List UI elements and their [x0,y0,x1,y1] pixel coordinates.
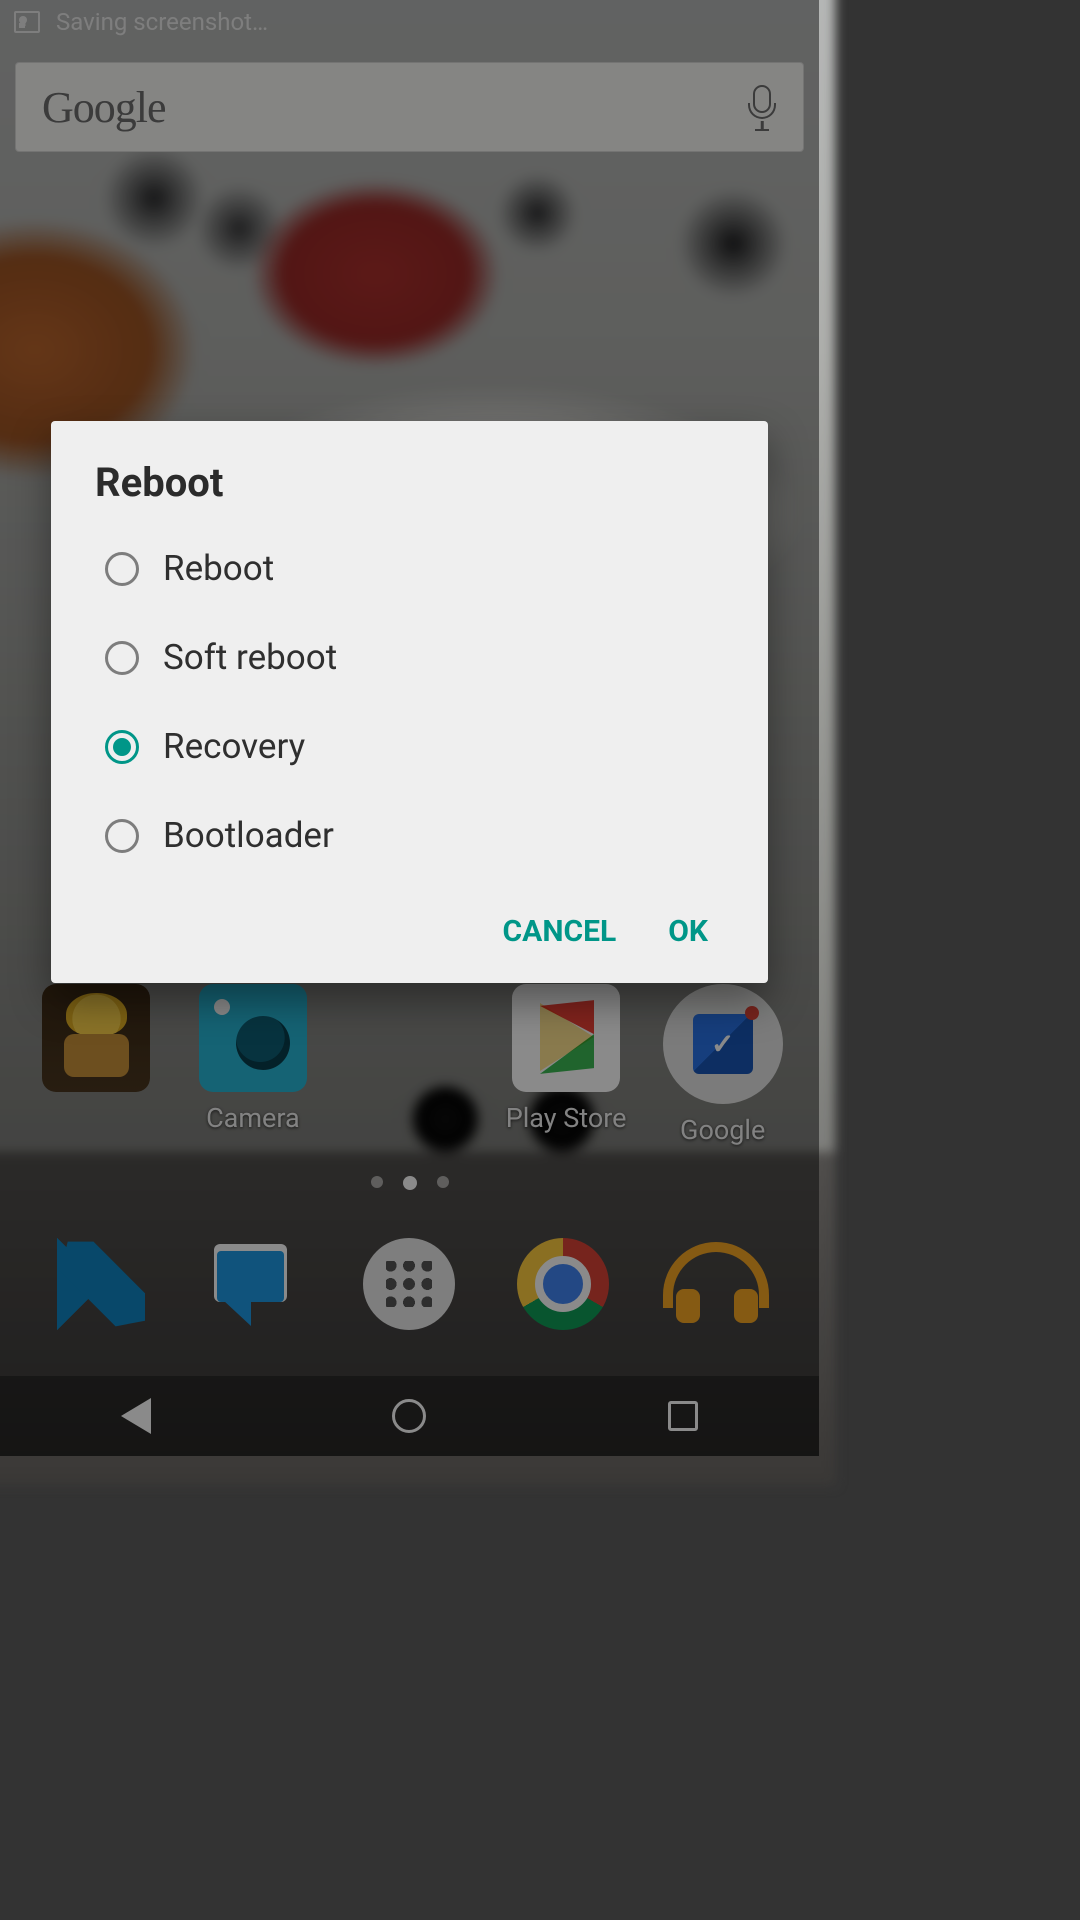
option-label: Bootloader [163,815,334,856]
ok-button[interactable]: OK [668,914,708,949]
option-label: Reboot [163,548,274,589]
reboot-dialog: Reboot Reboot Soft reboot Recovery Bootl… [51,421,768,983]
radio-icon-selected [105,730,139,764]
radio-icon [105,819,139,853]
option-label: Soft reboot [163,637,337,678]
cancel-button[interactable]: CANCEL [503,914,617,949]
dialog-button-row: CANCEL OK [51,880,768,959]
radio-icon [105,552,139,586]
option-label: Recovery [163,726,305,767]
dialog-options: Reboot Soft reboot Recovery Bootloader [51,524,768,880]
option-recovery[interactable]: Recovery [51,702,768,791]
radio-icon [105,641,139,675]
option-reboot[interactable]: Reboot [51,524,768,613]
option-soft-reboot[interactable]: Soft reboot [51,613,768,702]
option-bootloader[interactable]: Bootloader [51,791,768,880]
dialog-title: Reboot [51,459,768,524]
